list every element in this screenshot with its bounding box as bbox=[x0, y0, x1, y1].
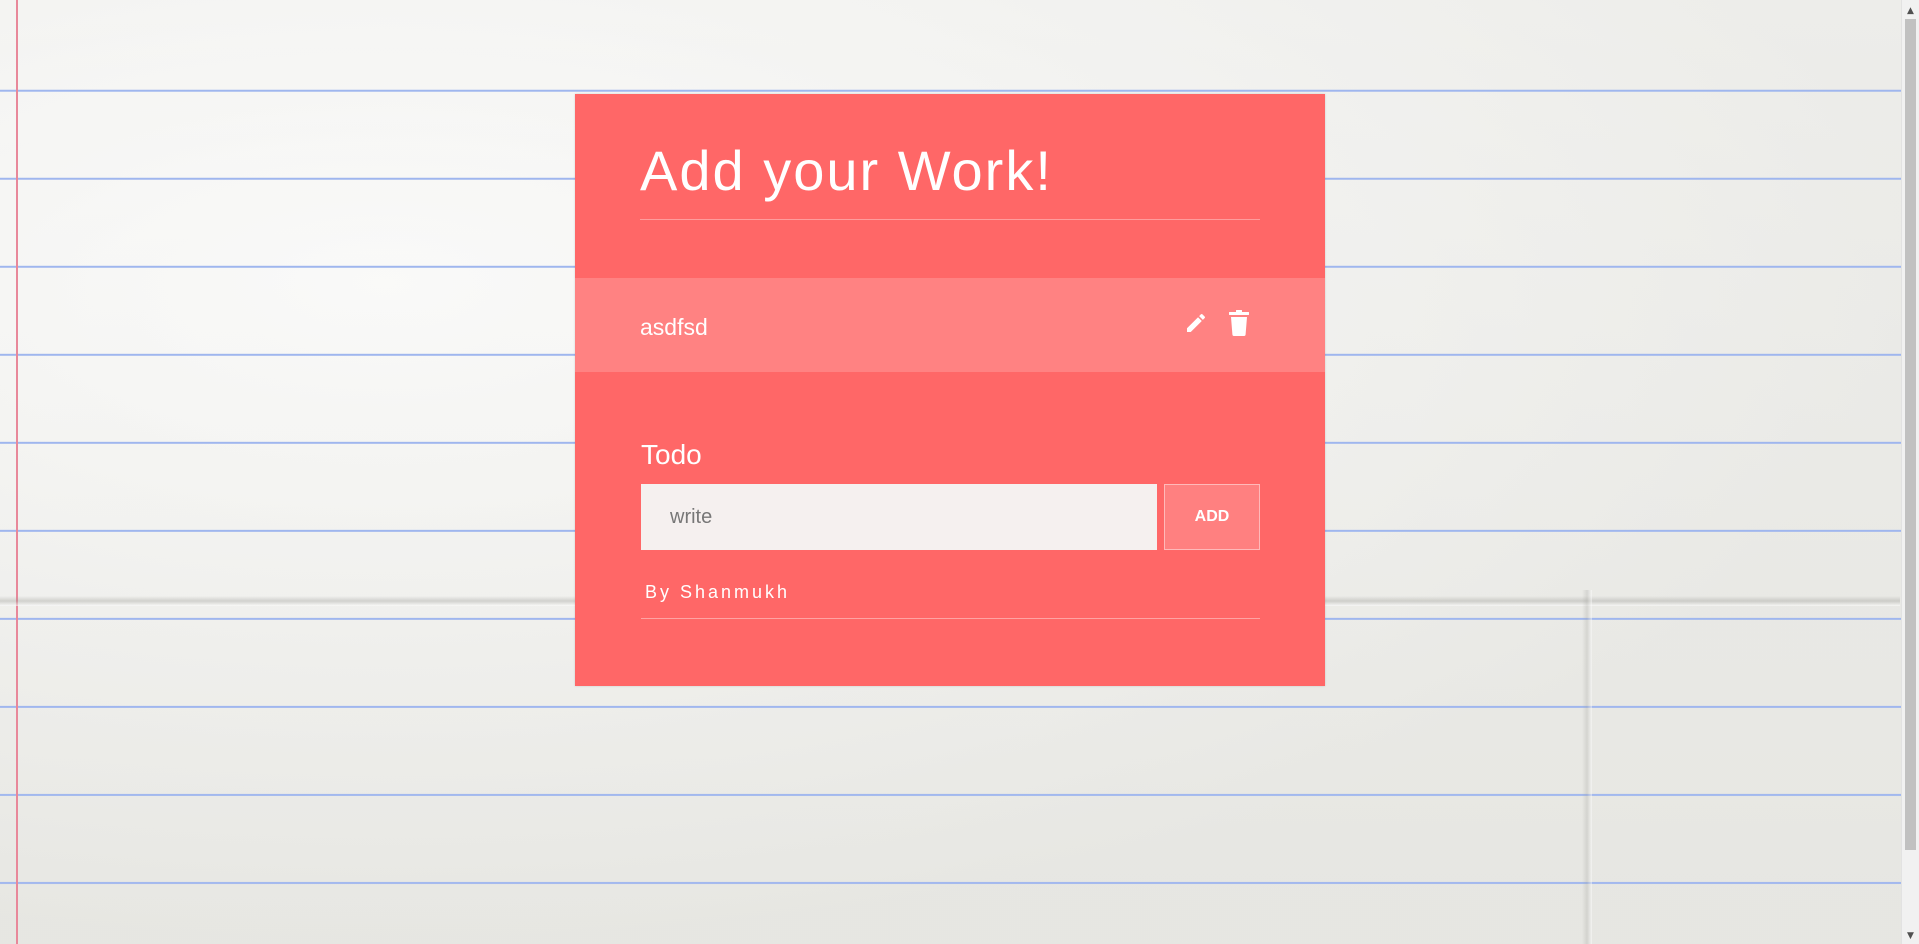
todo-form: ADD bbox=[641, 484, 1260, 550]
pencil-icon[interactable] bbox=[1183, 309, 1209, 337]
vertical-scrollbar[interactable]: ▲ ▼ bbox=[1901, 0, 1919, 944]
todo-card: Add your Work! asdfsd Todo ADD By Shanmu… bbox=[575, 94, 1325, 686]
arrow-down-icon[interactable]: ▼ bbox=[1902, 927, 1919, 944]
todo-label: Todo bbox=[641, 439, 702, 470]
author-credit: By Shanmukh bbox=[645, 582, 791, 602]
page-title: Add your Work! bbox=[640, 139, 1053, 202]
item-actions bbox=[1183, 309, 1252, 337]
arrow-up-icon[interactable]: ▲ bbox=[1902, 2, 1919, 19]
trash-icon[interactable] bbox=[1226, 309, 1252, 337]
todo-input[interactable] bbox=[641, 484, 1157, 550]
scrollbar-thumb[interactable] bbox=[1905, 19, 1916, 850]
list-item-text: asdfsd bbox=[640, 314, 708, 340]
add-button[interactable]: ADD bbox=[1164, 484, 1260, 550]
paper-crease-vertical bbox=[1582, 590, 1592, 944]
divider bbox=[641, 618, 1260, 619]
card-header: Add your Work! bbox=[640, 139, 1260, 220]
list-item: asdfsd bbox=[575, 278, 1325, 372]
